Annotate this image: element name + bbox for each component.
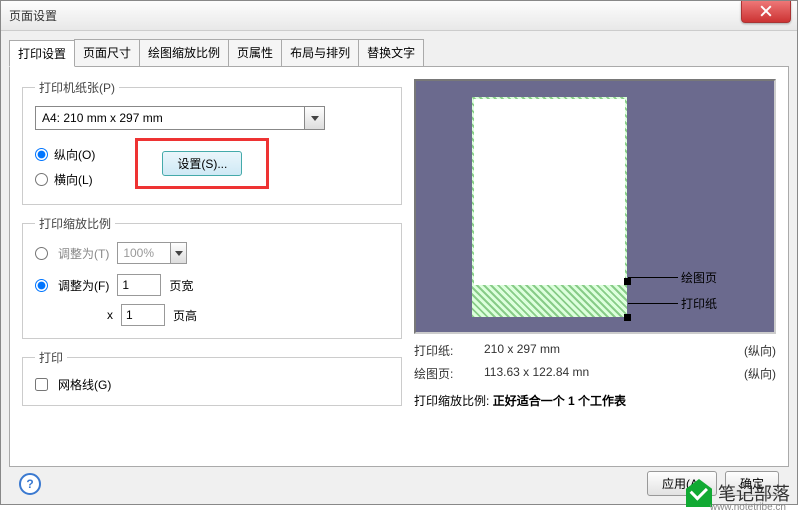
percent-value: 100% [118,246,170,260]
tab-page-properties[interactable]: 页属性 [228,39,282,66]
close-button[interactable] [741,1,791,23]
percent-spinner[interactable]: 100% [117,242,187,264]
tab-drawing-scale[interactable]: 绘图缩放比例 [139,39,229,66]
printer-paper-group: 打印机纸张(P) A4: 210 mm x 297 mm 纵向(O) [22,79,402,205]
window-title: 页面设置 [9,7,57,24]
drawing-page-callout: 绘图页 [681,269,717,286]
resize-handle [624,314,631,321]
landscape-label: 横向(L) [54,171,93,188]
watermark-sub: www.notetribe.cn [710,502,786,513]
pages-tall-row: x 页高 [107,304,389,326]
drawing-info-size: 113.63 x 122.84 mn [484,365,716,382]
highlight-box: 设置(S)... [135,138,269,189]
drawing-info-label: 绘图页: [414,365,484,382]
close-icon [760,5,772,17]
landscape-radio[interactable] [35,173,48,186]
preview-print-paper [472,97,627,317]
fit-to-row: 调整为(F) 页宽 [35,274,389,296]
printer-settings-button[interactable]: 设置(S)... [162,151,242,176]
fit-value: 正好适合一个 1 个工作表 [493,394,626,408]
print-paper-callout: 打印纸 [681,295,717,312]
paper-info-size: 210 x 297 mm [484,342,716,359]
tab-strip: 打印设置 页面尺寸 绘图缩放比例 页属性 布局与排列 替换文字 [9,39,789,67]
tab-page-size[interactable]: 页面尺寸 [74,39,140,66]
fit-to-label: 调整为(F) [58,277,109,294]
pages-wide-input[interactable] [117,274,161,296]
paper-size-combo[interactable]: A4: 210 mm x 297 mm [35,106,325,130]
portrait-radio[interactable] [35,148,48,161]
paper-info-orient: (纵向) [716,342,776,359]
tab-print-settings[interactable]: 打印设置 [9,40,75,67]
chevron-down-icon [311,116,319,121]
portrait-label: 纵向(O) [54,146,95,163]
resize-handle [624,278,631,285]
tab-body: 打印机纸张(P) A4: 210 mm x 297 mm 纵向(O) [9,67,789,467]
spinner-dropdown-button[interactable] [170,243,186,263]
gridlines-checkbox[interactable] [35,378,48,391]
gridlines-label: 网格线(G) [58,376,111,393]
titlebar: 页面设置 [1,1,797,31]
info-grid: 打印纸: 210 x 297 mm (纵向) 绘图页: 113.63 x 122… [414,342,776,382]
callout-line [628,277,678,278]
adjust-to-label: 调整为(T) [58,245,109,262]
x-label: x [107,308,113,322]
print-zoom-group: 打印缩放比例 调整为(T) 100% 调整为(F) 页宽 [22,215,402,339]
printer-paper-legend: 打印机纸张(P) [35,79,119,96]
watermark-icon [686,479,712,507]
adjust-to-radio[interactable] [35,247,48,260]
adjust-to-row: 调整为(T) 100% [35,242,389,264]
chevron-down-icon [175,251,183,256]
gridlines-row[interactable]: 网格线(G) [35,376,389,393]
fit-to-radio[interactable] [35,279,48,292]
combo-dropdown-button[interactable] [304,107,324,129]
fit-label: 打印缩放比例: [414,394,489,408]
button-bar: ? 应用(A) 确定 [9,467,789,496]
help-icon[interactable]: ? [19,473,41,495]
print-group: 打印 网格线(G) [22,349,402,406]
pages-wide-label: 页宽 [169,277,193,294]
print-zoom-legend: 打印缩放比例 [35,215,115,232]
tab-alt-text[interactable]: 替换文字 [358,39,424,66]
tab-layout-routing[interactable]: 布局与排列 [281,39,359,66]
portrait-radio-row[interactable]: 纵向(O) [35,146,95,163]
landscape-radio-row[interactable]: 横向(L) [35,171,95,188]
page-preview: 绘图页 打印纸 [414,79,776,334]
paper-info-label: 打印纸: [414,342,484,359]
callout-line [628,303,678,304]
paper-size-value: A4: 210 mm x 297 mm [36,111,304,125]
drawing-info-orient: (纵向) [716,365,776,382]
pages-tall-input[interactable] [121,304,165,326]
fit-line: 打印缩放比例: 正好适合一个 1 个工作表 [414,392,776,409]
print-legend: 打印 [35,349,67,366]
preview-drawing-page [474,99,625,285]
pages-tall-label: 页高 [173,307,197,324]
